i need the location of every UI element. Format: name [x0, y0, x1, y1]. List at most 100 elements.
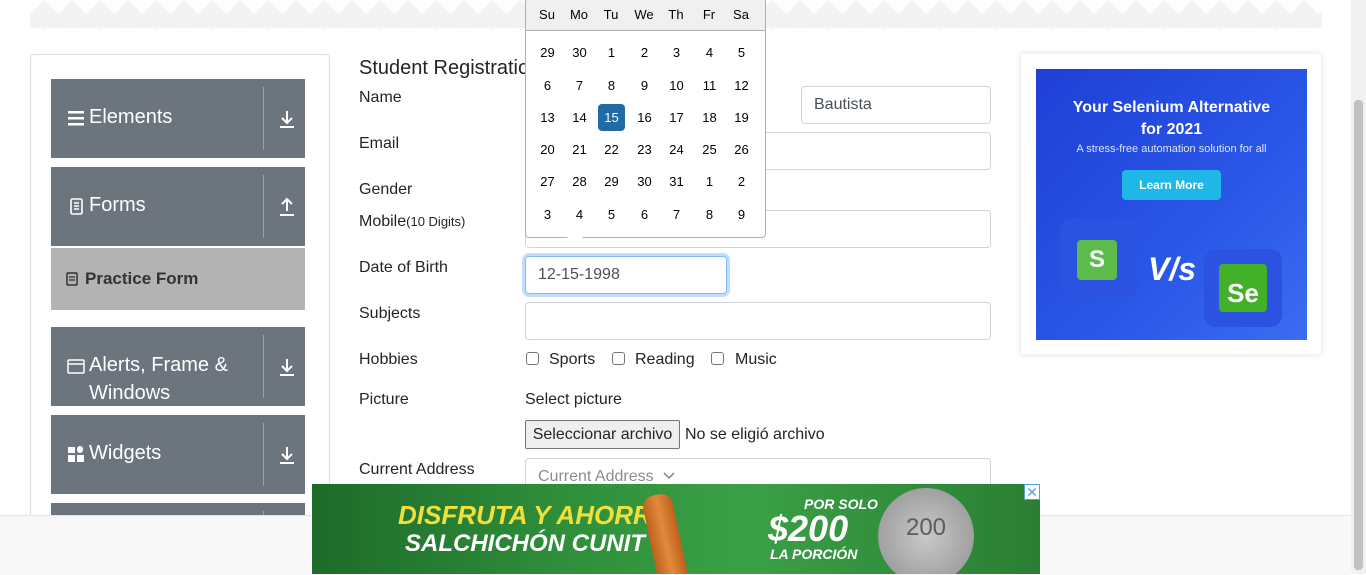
calendar-day[interactable]: 23: [631, 136, 658, 163]
calendar-day[interactable]: 2: [728, 168, 755, 195]
hobby-reading-checkbox[interactable]: [612, 352, 625, 365]
email-label: Email: [359, 135, 400, 152]
chevron-down-icon: [663, 472, 675, 480]
calendar-day[interactable]: 29: [598, 168, 625, 195]
ad-creative[interactable]: Your Selenium Alternative for 2021 A str…: [1036, 69, 1307, 340]
mobile-hint: (10 Digits): [406, 214, 466, 229]
subjects-input[interactable]: [525, 302, 991, 340]
calendar-day[interactable]: 3: [534, 201, 561, 228]
picture-label: Picture: [359, 391, 409, 408]
sidebar-group-elements[interactable]: Elements: [51, 79, 305, 158]
ad-headline: Your Selenium Alternative: [1072, 99, 1271, 116]
calendar-day[interactable]: 5: [728, 39, 755, 66]
calendar-day[interactable]: 9: [631, 72, 658, 99]
calendar-day[interactable]: 17: [663, 104, 690, 131]
calendar-day[interactable]: 6: [534, 72, 561, 99]
sidebar-group-forms[interactable]: Forms: [51, 167, 305, 246]
select-picture-label: Select picture: [525, 391, 622, 408]
calendar-day[interactable]: 16: [631, 104, 658, 131]
sidebar-item-practice-form[interactable]: Practice Form: [51, 248, 305, 310]
calendar-day[interactable]: 8: [696, 201, 723, 228]
calendar-day[interactable]: 28: [566, 168, 593, 195]
date-of-birth-input[interactable]: 12-15-1998: [525, 256, 727, 294]
calendar-day[interactable]: 31: [663, 168, 690, 195]
last-name-field[interactable]: Bautista: [801, 86, 991, 124]
address-label: Current Address: [359, 461, 475, 478]
bottom-banner-ad[interactable]: DISFRUTA Y AHORRA SALCHICHÓN CUNIT POR S…: [312, 484, 1040, 574]
weekday-header: Sa: [733, 7, 749, 22]
choose-file-button[interactable]: Seleccionar archivo: [525, 420, 680, 449]
calendar-day[interactable]: 8: [598, 72, 625, 99]
calendar-day[interactable]: 13: [534, 104, 561, 131]
close-icon: [1028, 488, 1036, 496]
selenium-logo-tile: Se: [1204, 249, 1282, 327]
ad-headline-year: for 2021: [1140, 121, 1203, 138]
learn-more-button[interactable]: Learn More: [1122, 170, 1221, 200]
banner-unit: LA PORCIÓN: [770, 546, 858, 562]
hobby-sports-checkbox[interactable]: [526, 352, 539, 365]
calendar-day[interactable]: 21: [566, 136, 593, 163]
date-picker-popup: Su Mo Tu We Th Fr Sa 29 30 1 2 3 4 5 6 7 8 9 10 11 12 13 14 15 1…: [525, 0, 766, 238]
gender-label: Gender: [359, 181, 413, 198]
calendar-day[interactable]: 14: [566, 104, 593, 131]
sidebar-group-label: Elements: [89, 106, 173, 128]
selenium-logo: Se: [1219, 264, 1267, 312]
calendar-day[interactable]: 19: [728, 104, 755, 131]
calendar-day[interactable]: 10: [663, 72, 690, 99]
sidebar-group-widgets[interactable]: Widgets: [51, 415, 305, 494]
page-scrollbar[interactable]: [1351, 0, 1366, 574]
coin-value: 200: [905, 514, 947, 541]
document-icon: [70, 198, 83, 215]
katalon-logo: S: [1077, 240, 1117, 280]
hobby-music-label[interactable]: Music: [735, 349, 777, 371]
sidebar-group-label: Forms: [89, 194, 146, 216]
calendar-day[interactable]: 4: [696, 39, 723, 66]
weekday-header: We: [634, 7, 654, 22]
calendar-day[interactable]: 24: [663, 136, 690, 163]
hobby-music-checkbox[interactable]: [711, 352, 724, 365]
calendar-day[interactable]: 29: [534, 39, 561, 66]
calendar-day[interactable]: 1: [696, 168, 723, 195]
hobby-sports-label[interactable]: Sports: [549, 349, 595, 371]
download-icon: [280, 359, 294, 376]
sausage-image: [640, 491, 690, 574]
divider: [263, 87, 264, 150]
mobile-label-text: Mobile: [359, 213, 407, 230]
calendar-day[interactable]: 27: [534, 168, 561, 195]
calendar-day[interactable]: 30: [566, 39, 593, 66]
sidebar-item-label: Practice Form: [85, 269, 199, 288]
widgets-icon: [68, 446, 84, 462]
calendar-day[interactable]: 22: [598, 136, 625, 163]
calendar-day[interactable]: 3: [663, 39, 690, 66]
calendar-day[interactable]: 1: [598, 39, 625, 66]
divider: [263, 423, 264, 486]
scrollbar-thumb[interactable]: [1354, 100, 1363, 570]
versus-text: V/s: [1148, 251, 1197, 287]
calendar-day[interactable]: 6: [631, 201, 658, 228]
calendar-day[interactable]: 4: [566, 201, 593, 228]
calendar-day[interactable]: 26: [728, 136, 755, 163]
calendar-day[interactable]: 9: [728, 201, 755, 228]
hobbies-label: Hobbies: [359, 351, 418, 368]
calendar-day-selected[interactable]: 15: [598, 104, 625, 131]
calendar-day[interactable]: 5: [598, 201, 625, 228]
weekday-header: Fr: [702, 7, 716, 22]
calendar-day[interactable]: 20: [534, 136, 561, 163]
calendar-day[interactable]: 7: [663, 201, 690, 228]
mobile-label: Mobile(10 Digits): [359, 211, 465, 233]
sidebar-group-label: Widgets: [89, 442, 162, 464]
window-icon: [67, 359, 85, 374]
ad-subline: A stress-free automation solution for al…: [1076, 143, 1267, 155]
calendar-day[interactable]: 18: [696, 104, 723, 131]
calendar-day[interactable]: 25: [696, 136, 723, 163]
calendar-day[interactable]: 12: [728, 72, 755, 99]
calendar-day[interactable]: 7: [566, 72, 593, 99]
file-status: No se eligió archivo: [685, 426, 825, 443]
sidebar-group-alerts[interactable]: Alerts, Frame & Windows: [51, 327, 305, 406]
hobby-reading-label[interactable]: Reading: [635, 349, 695, 371]
calendar-day[interactable]: 30: [631, 168, 658, 195]
ad-close-icon[interactable]: [1024, 484, 1040, 500]
calendar-day[interactable]: 11: [696, 72, 723, 99]
calendar-day[interactable]: 2: [631, 39, 658, 66]
side-advertisement[interactable]: Your Selenium Alternative for 2021 A str…: [1021, 54, 1321, 354]
